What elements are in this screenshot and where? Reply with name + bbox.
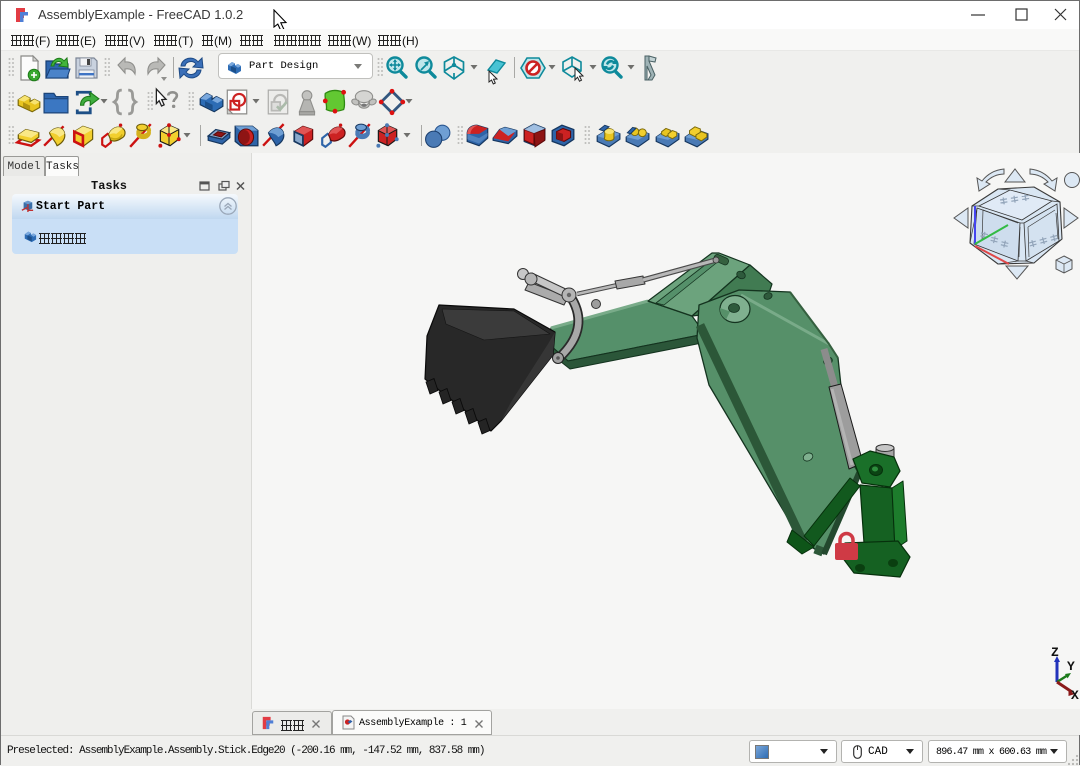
svg-text:Z: Z — [1051, 645, 1059, 660]
svg-text:Y: Y — [1067, 659, 1075, 674]
svg-text:X: X — [1071, 688, 1079, 703]
